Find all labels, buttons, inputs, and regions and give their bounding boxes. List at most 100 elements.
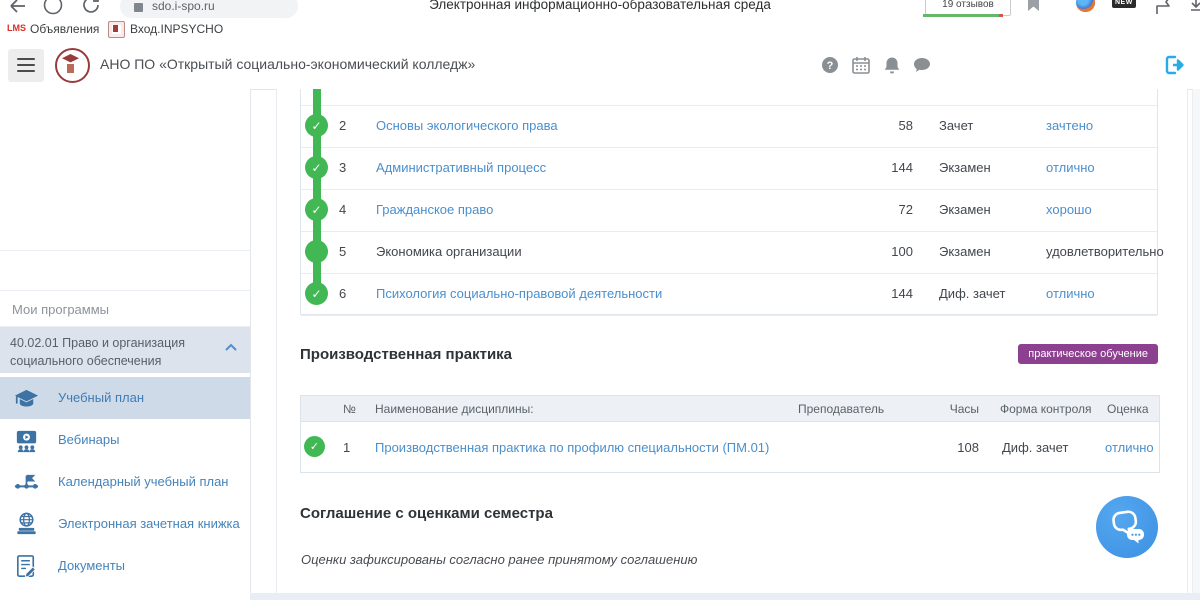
- discipline-link[interactable]: Гражданское право: [376, 202, 493, 217]
- control-form: Зачет: [939, 118, 973, 133]
- page-background-strip: [250, 593, 1200, 600]
- notifications-bell-icon[interactable]: [882, 55, 902, 75]
- menu-toggle-button[interactable]: [8, 49, 44, 82]
- completed-check-icon: [305, 282, 328, 305]
- flag-icon[interactable]: [1152, 0, 1174, 18]
- chevron-up-icon: [225, 343, 237, 351]
- completed-check-icon: [304, 436, 325, 457]
- sidebar-item-webinars[interactable]: Вебинары: [0, 419, 250, 461]
- browser-tab-title: Электронная информационно-образовательна…: [429, 0, 771, 12]
- browser-extension-icon[interactable]: [42, 0, 64, 18]
- discipline-link[interactable]: Производственная практика по профилю спе…: [375, 440, 769, 455]
- org-name: АНО ПО «Открытый социально-экономический…: [100, 56, 475, 72]
- discipline-name: Экономика организации: [376, 244, 522, 259]
- app-header: АНО ПО «Открытый социально-экономический…: [0, 42, 1200, 90]
- grade-link[interactable]: отлично: [1046, 160, 1095, 175]
- support-chat-button[interactable]: [1096, 496, 1158, 558]
- firefox-icon[interactable]: [1076, 0, 1095, 12]
- scrollbar[interactable]: [1192, 89, 1200, 600]
- col-grade: Оценка: [1107, 402, 1149, 416]
- col-teacher: Преподаватель: [798, 402, 884, 416]
- chat-bubbles-icon: [1107, 509, 1147, 547]
- practice-table: № Наименование дисциплины: Преподаватель…: [300, 395, 1160, 473]
- agreement-note: Оценки зафиксированы согласно ранее прин…: [301, 552, 697, 567]
- sidebar-program-header[interactable]: 40.02.01 Право и организация социального…: [0, 327, 250, 373]
- bookmark-announcements[interactable]: Объявления: [30, 22, 99, 36]
- control-form: Экзамен: [939, 160, 991, 175]
- hours-value: 58: [871, 118, 913, 133]
- row-number: 2: [339, 118, 346, 133]
- table-row: 1 Производственная практика по профилю с…: [301, 422, 1159, 472]
- grade-link[interactable]: хорошо: [1046, 202, 1092, 217]
- completed-check-icon: [305, 114, 328, 137]
- new-extension-badge[interactable]: NEW: [1112, 0, 1136, 8]
- control-form: Диф. зачет: [1002, 440, 1068, 455]
- hours-value: 100: [871, 244, 913, 259]
- url-text[interactable]: sdo.i-spo.ru: [152, 0, 215, 13]
- back-icon[interactable]: [8, 0, 28, 16]
- logout-icon[interactable]: [1162, 53, 1186, 77]
- col-control-form: Форма контроля: [1000, 402, 1092, 416]
- col-number: №: [343, 402, 356, 416]
- table-row: 4 Гражданское право 72 Экзамен хорошо: [301, 189, 1157, 232]
- webinar-icon: [13, 427, 40, 454]
- hours-value: 144: [871, 160, 913, 175]
- practice-table-header: № Наименование дисциплины: Преподаватель…: [301, 396, 1159, 422]
- sidebar-top-panel: [0, 89, 250, 251]
- reviews-rating-bar: [923, 14, 1003, 17]
- table-row: 3 Административный процесс 144 Экзамен о…: [301, 147, 1157, 190]
- download-icon[interactable]: [1188, 0, 1200, 18]
- hours-value: 72: [871, 202, 913, 217]
- milestone-plan-icon: [13, 469, 40, 496]
- sidebar-item-documents[interactable]: Документы: [0, 545, 250, 587]
- row-number: 1: [343, 440, 350, 455]
- hours-value: 108: [931, 440, 979, 455]
- progress-dot-icon: [305, 240, 328, 263]
- sidebar-item-calendar-plan[interactable]: Календарный учебный план: [0, 461, 250, 503]
- screenshot-root: sdo.i-spo.ru Электронная информационно-о…: [0, 0, 1200, 600]
- grade-link[interactable]: отлично: [1046, 286, 1095, 301]
- college-logo[interactable]: [55, 48, 90, 83]
- reviews-rating-bar-negative: [999, 14, 1003, 17]
- grade-link[interactable]: отлично: [1105, 440, 1154, 455]
- help-icon[interactable]: ?: [820, 55, 840, 75]
- sidebar-item-gradebook[interactable]: Электронная зачетная книжка: [0, 503, 250, 545]
- sidebar-item-label: Календарный учебный план: [58, 474, 228, 489]
- semester-disciplines-table: 2 Основы экологического права 58 Зачет з…: [300, 89, 1158, 315]
- practice-section-title: Производственная практика: [300, 346, 512, 363]
- bookmark-ribbon-icon[interactable]: [1028, 0, 1039, 11]
- col-hours: Часы: [931, 402, 979, 416]
- discipline-link[interactable]: Основы экологического права: [376, 118, 558, 133]
- completed-check-icon: [305, 156, 328, 179]
- reload-icon[interactable]: [80, 0, 102, 18]
- svg-text:?: ?: [827, 60, 834, 72]
- bookmark-inpsycho-login[interactable]: Вход.INPSYCHO: [130, 22, 223, 36]
- grade-value: удовлетворительно: [1046, 244, 1164, 259]
- address-bar[interactable]: sdo.i-spo.ru: [120, 0, 298, 18]
- practice-type-badge: практическое обучение: [1018, 344, 1158, 364]
- col-discipline: Наименование дисциплины:: [375, 402, 534, 416]
- discipline-link[interactable]: Административный процесс: [376, 160, 546, 175]
- control-form: Экзамен: [939, 202, 991, 217]
- graduation-cap-icon: [13, 385, 40, 412]
- sidebar-item-label: Учебный план: [58, 390, 144, 405]
- sidebar-item-label: Вебинары: [58, 432, 119, 447]
- row-number: 4: [339, 202, 346, 217]
- calendar-icon[interactable]: [851, 55, 871, 75]
- sidebar: Мои программы 40.02.01 Право и организац…: [0, 89, 251, 600]
- messages-icon[interactable]: [912, 55, 932, 75]
- lock-icon: [134, 3, 143, 12]
- bookmarks-bar: LMS Объявления Вход.INPSYCHO: [0, 18, 1200, 43]
- control-form: Экзамен: [939, 244, 991, 259]
- grade-link[interactable]: зачтено: [1046, 118, 1093, 133]
- discipline-link[interactable]: Психология социально-правовой деятельнос…: [376, 286, 662, 301]
- hours-value: 144: [871, 286, 913, 301]
- row-number: 5: [339, 244, 346, 259]
- row-number: 3: [339, 160, 346, 175]
- program-title: 40.02.01 Право и организация социального…: [10, 336, 185, 368]
- emblem-favicon: [108, 21, 125, 38]
- lms-favicon: LMS: [7, 23, 26, 33]
- sidebar-item-study-plan[interactable]: Учебный план: [0, 377, 250, 419]
- table-row-partial: [301, 89, 1157, 106]
- browser-toolbar: sdo.i-spo.ru Электронная информационно-о…: [0, 0, 1200, 18]
